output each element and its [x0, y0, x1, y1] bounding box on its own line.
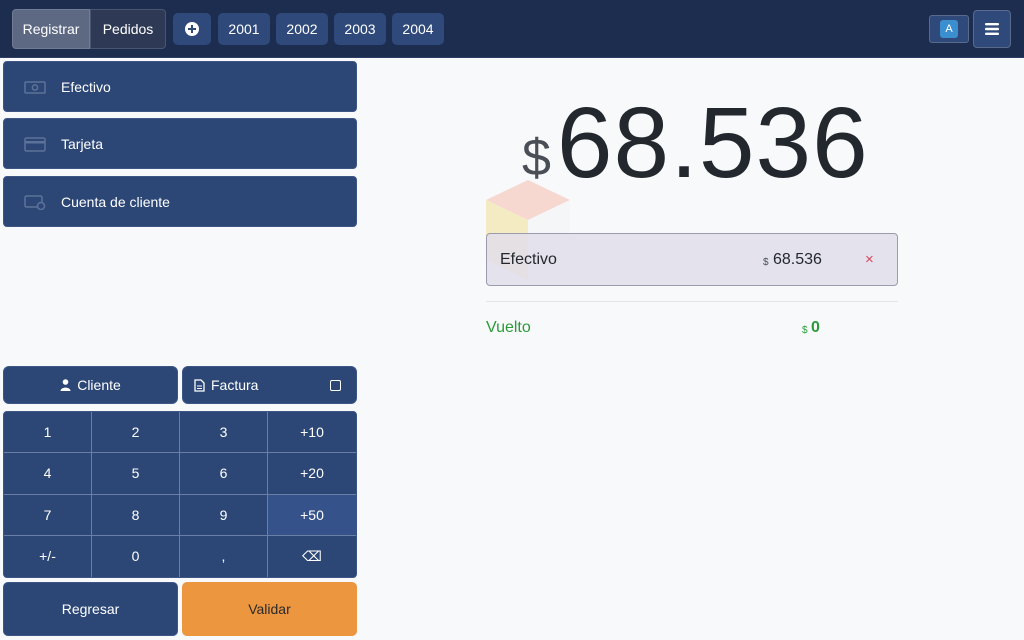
remove-payment-icon[interactable]: × [865, 251, 874, 268]
hamburger-menu-icon [985, 23, 999, 35]
validate-button[interactable]: Validar [182, 582, 357, 636]
numpad-key-decimal[interactable]: , [180, 535, 268, 577]
tab-orders[interactable]: Pedidos [90, 9, 166, 49]
file-icon [194, 378, 205, 392]
numpad-key-1[interactable]: 1 [4, 412, 92, 454]
user-avatar-button[interactable]: A [929, 15, 969, 43]
customer-button[interactable]: Cliente [3, 366, 178, 404]
tab-register[interactable]: Registrar [12, 9, 90, 49]
numpad-key-plus-20[interactable]: +20 [268, 453, 356, 495]
plus-circle-icon [185, 22, 199, 36]
payment-method-label: Efectivo [61, 78, 111, 95]
numpad-key-plus-50[interactable]: +50 [268, 494, 356, 536]
change-amount: 0 [811, 319, 820, 336]
order-tab-2003[interactable]: 2003 [334, 13, 386, 45]
invoice-checkbox[interactable] [330, 380, 341, 391]
invoice-button-label: Factura [211, 377, 259, 393]
numpad-key-6[interactable]: 6 [180, 453, 268, 495]
menu-button[interactable] [973, 10, 1011, 48]
divider [486, 301, 898, 302]
top-bar: Registrar Pedidos 2001 2002 2003 2004 A [0, 0, 1024, 58]
numpad: 1 2 3 +10 4 5 6 +20 7 8 9 +50 +/- 0 , ⌫ [3, 411, 357, 578]
mode-switch: Registrar Pedidos [12, 9, 166, 49]
avatar: A [940, 20, 958, 38]
numpad-key-backspace[interactable]: ⌫ [268, 535, 356, 577]
change-label: Vuelto [486, 319, 531, 336]
customer-button-label: Cliente [77, 377, 121, 393]
numpad-key-8[interactable]: 8 [92, 494, 180, 536]
numpad-key-plus-10[interactable]: +10 [268, 412, 356, 454]
total-currency-symbol: $ [522, 129, 551, 187]
payment-method-label: Cuenta de cliente [61, 193, 170, 210]
payment-method-label: Tarjeta [61, 135, 104, 152]
numpad-key-2[interactable]: 2 [92, 412, 180, 454]
numpad-key-9[interactable]: 9 [180, 494, 268, 536]
payment-line-currency: $ [763, 257, 769, 268]
numpad-key-7[interactable]: 7 [4, 494, 92, 536]
payment-line[interactable]: Efectivo $ 68.536 × [486, 233, 898, 286]
total-amount-value: 68.536 [556, 87, 869, 199]
new-order-button[interactable] [173, 13, 211, 45]
back-button[interactable]: Regresar [3, 582, 178, 636]
numpad-key-3[interactable]: 3 [180, 412, 268, 454]
total-amount: $ 68.536 [522, 88, 869, 198]
payment-line-amount: 68.536 [773, 251, 822, 268]
invoice-toggle-button[interactable]: Factura [182, 366, 357, 404]
payment-method-customer-account[interactable]: Cuenta de cliente [3, 176, 357, 227]
customer-account-icon [24, 194, 46, 210]
payment-method-cash[interactable]: Efectivo [3, 61, 357, 112]
cash-icon [24, 80, 46, 94]
order-tab-2004[interactable]: 2004 [392, 13, 444, 45]
change-currency: $ [802, 325, 808, 336]
numpad-key-sign[interactable]: +/- [4, 535, 92, 577]
numpad-key-5[interactable]: 5 [92, 453, 180, 495]
order-tab-2001[interactable]: 2001 [218, 13, 270, 45]
payment-method-card[interactable]: Tarjeta [3, 118, 357, 169]
order-tab-2002[interactable]: 2002 [276, 13, 328, 45]
user-icon [60, 379, 71, 391]
numpad-key-0[interactable]: 0 [92, 535, 180, 577]
card-icon [24, 136, 46, 152]
numpad-key-4[interactable]: 4 [4, 453, 92, 495]
payment-line-method: Efectivo [500, 251, 557, 268]
